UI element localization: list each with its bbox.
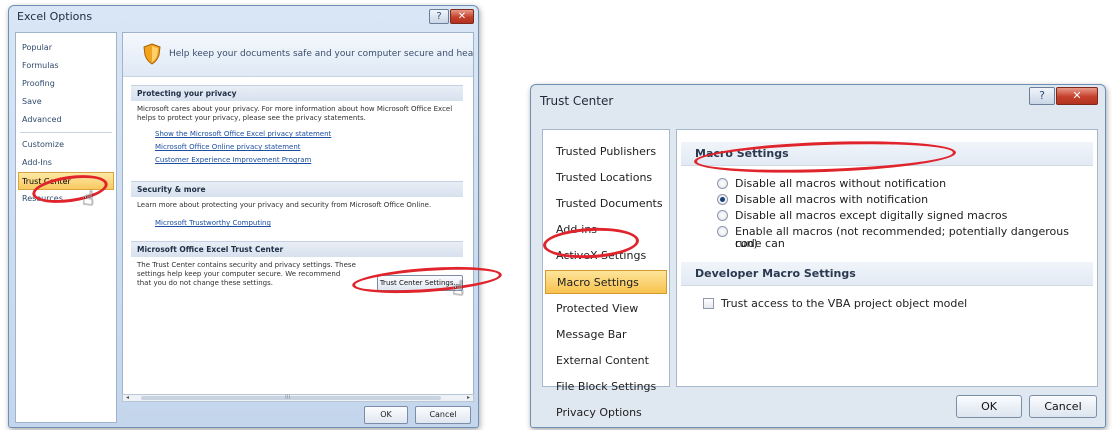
nav-item-advanced[interactable]: Advanced bbox=[16, 111, 116, 129]
horizontal-scrollbar[interactable]: ◂ III ▸ bbox=[122, 394, 474, 402]
trustworthy-computing-link[interactable]: Microsoft Trustworthy Computing bbox=[155, 219, 271, 227]
developer-macro-heading: Developer Macro Settings bbox=[681, 262, 1093, 286]
title-bar: Excel Options ? ✕ bbox=[9, 6, 478, 28]
cancel-button[interactable]: Cancel bbox=[1029, 395, 1097, 418]
option-label: Disable all macros with notification bbox=[735, 193, 929, 206]
ok-button[interactable]: OK bbox=[956, 395, 1022, 418]
window-title: Excel Options bbox=[17, 10, 93, 23]
nav-item-trust-center[interactable]: Trust Center bbox=[18, 172, 114, 190]
trust-center-text-3: that you do not change these settings. bbox=[137, 279, 273, 287]
nav-item-save[interactable]: Save bbox=[16, 93, 116, 111]
trust-center-settings-button[interactable]: Trust Center Settings... bbox=[377, 275, 463, 291]
option-label: Disable all macros without notification bbox=[735, 177, 947, 190]
nav-item-proofing[interactable]: Proofing bbox=[16, 75, 116, 93]
vba-access-label: Trust access to the VBA project object m… bbox=[721, 297, 968, 310]
shield-icon bbox=[143, 43, 161, 65]
macro-settings-panel: Macro Settings Disable all macros withou… bbox=[676, 129, 1098, 387]
macro-settings-heading: Macro Settings bbox=[681, 142, 1093, 166]
help-button[interactable]: ? bbox=[1029, 87, 1055, 105]
radio-disable-without-notification[interactable] bbox=[717, 178, 728, 189]
nav-item-add-ins[interactable]: Add-ins bbox=[545, 218, 667, 242]
content-header: Help keep your documents safe and your c… bbox=[123, 33, 473, 77]
radio-disable-except-signed[interactable] bbox=[717, 210, 728, 221]
trust-center-text-2: settings help keep your computer secure.… bbox=[137, 270, 341, 278]
nav-item-external-content[interactable]: External Content bbox=[545, 349, 667, 373]
option-label-continued: run) bbox=[735, 237, 758, 250]
ceip-link[interactable]: Customer Experience Improvement Program bbox=[155, 156, 311, 164]
nav-item-privacy-options[interactable]: Privacy Options bbox=[545, 401, 667, 425]
security-text: Learn more about protecting your privacy… bbox=[137, 201, 432, 209]
header-text: Help keep your documents safe and your c… bbox=[169, 49, 474, 59]
online-privacy-link[interactable]: Microsoft Office Online privacy statemen… bbox=[155, 143, 301, 151]
nav-item-resources[interactable]: Resources bbox=[16, 190, 116, 208]
vba-access-checkbox[interactable] bbox=[703, 298, 714, 309]
trust-center-heading: Microsoft Office Excel Trust Center bbox=[131, 241, 463, 257]
trust-center-window: Trust Center ? ✕ Trusted Publishers Trus… bbox=[530, 84, 1106, 428]
nav-item-formulas[interactable]: Formulas bbox=[16, 57, 116, 75]
privacy-heading: Protecting your privacy bbox=[131, 85, 463, 101]
nav-item-protected-view[interactable]: Protected View bbox=[545, 297, 667, 321]
hand-cursor-icon: ☝ bbox=[82, 186, 95, 210]
trust-center-text-1: The Trust Center contains security and p… bbox=[137, 261, 356, 269]
radio-disable-with-notification[interactable] bbox=[717, 194, 728, 205]
title-bar: Trust Center ? ✕ bbox=[531, 85, 1105, 111]
excel-options-window: Excel Options ? ✕ Popular Formulas Proof… bbox=[8, 5, 479, 428]
close-button[interactable]: ✕ bbox=[1056, 87, 1098, 105]
cancel-button[interactable]: Cancel bbox=[415, 406, 471, 424]
scroll-thumb[interactable] bbox=[141, 396, 441, 400]
scroll-grip-icon: III bbox=[285, 394, 291, 401]
nav-item-macro-settings[interactable]: Macro Settings bbox=[545, 270, 667, 294]
radio-enable-all-macros[interactable] bbox=[717, 226, 728, 237]
scroll-left-icon[interactable]: ◂ bbox=[126, 394, 129, 401]
close-button[interactable]: ✕ bbox=[450, 9, 474, 24]
ok-button[interactable]: OK bbox=[364, 406, 408, 424]
privacy-text: Microsoft cares about your privacy. For … bbox=[137, 105, 453, 122]
scroll-right-icon[interactable]: ▸ bbox=[467, 394, 470, 401]
help-button[interactable]: ? bbox=[429, 9, 449, 24]
window-title: Trust Center bbox=[540, 94, 614, 108]
nav-item-trusted-locations[interactable]: Trusted Locations bbox=[545, 166, 667, 190]
nav-item-activex-settings[interactable]: ActiveX Settings bbox=[545, 244, 667, 268]
nav-item-message-bar[interactable]: Message Bar bbox=[545, 323, 667, 347]
nav-item-trusted-publishers[interactable]: Trusted Publishers bbox=[545, 140, 667, 164]
options-nav: Popular Formulas Proofing Save Advanced … bbox=[15, 32, 117, 423]
nav-item-trusted-documents[interactable]: Trusted Documents bbox=[545, 192, 667, 216]
nav-item-add-ins[interactable]: Add-Ins bbox=[16, 154, 116, 172]
security-heading: Security & more bbox=[131, 181, 463, 197]
trust-center-nav: Trusted Publishers Trusted Locations Tru… bbox=[542, 129, 670, 419]
nav-item-customize[interactable]: Customize bbox=[16, 136, 116, 154]
option-label: Enable all macros (not recommended; pote… bbox=[735, 225, 1069, 250]
option-label: Disable all macros except digitally sign… bbox=[735, 209, 1008, 222]
privacy-statement-link[interactable]: Show the Microsoft Office Excel privacy … bbox=[155, 130, 331, 138]
options-content: Help keep your documents safe and your c… bbox=[122, 32, 474, 398]
hand-cursor-icon: ☝ bbox=[452, 276, 465, 300]
nav-item-file-block-settings[interactable]: File Block Settings bbox=[545, 375, 667, 399]
nav-item-popular[interactable]: Popular bbox=[16, 39, 116, 57]
